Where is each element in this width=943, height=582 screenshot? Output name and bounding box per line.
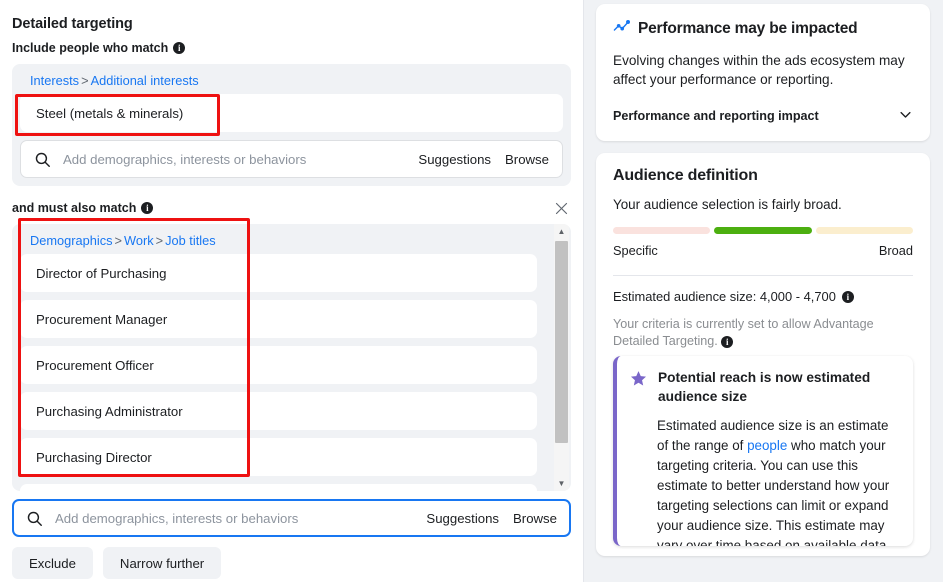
list-item[interactable]: Procurement Manager bbox=[20, 300, 537, 338]
chevron-down-icon[interactable]: ▼ bbox=[554, 476, 569, 491]
tooltip-header: Potential reach is now estimated audienc… bbox=[630, 368, 897, 406]
search-input-top[interactable]: Add demographics, interests or behaviors… bbox=[20, 140, 563, 178]
scrollbar-track[interactable] bbox=[554, 239, 569, 476]
scrollbar-thumb[interactable] bbox=[555, 241, 568, 443]
tooltip-title: Potential reach is now estimated audienc… bbox=[658, 370, 871, 404]
audience-definition-subtitle: Your audience selection is fairly broad. bbox=[613, 197, 842, 212]
job-title-label: Purchasing Administrator bbox=[36, 403, 183, 419]
search-placeholder-top: Add demographics, interests or behaviors bbox=[63, 151, 307, 167]
suggestions-button-top[interactable]: Suggestions bbox=[418, 152, 491, 167]
info-icon[interactable]: i bbox=[173, 42, 186, 54]
breadcrumb-job-titles: Demographics > Work > Job titles bbox=[20, 230, 537, 254]
search-placeholder-bottom: Add demographics, interests or behaviors bbox=[55, 510, 299, 526]
estimated-audience-size-tooltip: Potential reach is now estimated audienc… bbox=[613, 356, 913, 546]
targeting-actions: Exclude Narrow further bbox=[12, 547, 571, 579]
breadcrumb-job-titles-leaf[interactable]: Job titles bbox=[165, 233, 216, 248]
estimated-audience-size-label: Estimated audience size: 4,000 - 4,700 bbox=[613, 289, 836, 304]
list-item[interactable]: Purchasing Administrator bbox=[20, 392, 537, 430]
include-people-text: Include people who match bbox=[12, 41, 169, 55]
info-icon[interactable]: i bbox=[141, 202, 154, 214]
list-item[interactable]: Procurement Officer bbox=[20, 346, 537, 384]
browse-button-bottom[interactable]: Browse bbox=[513, 511, 557, 526]
selected-interest-label: Steel (metals & minerals) bbox=[36, 105, 184, 121]
breadcrumb-interests: Interests > Additional interests bbox=[20, 70, 563, 94]
detailed-targeting-panel: Detailed targeting Include people who ma… bbox=[0, 0, 583, 582]
job-title-label: Director of Purchasing bbox=[36, 265, 167, 281]
include-group: Interests > Additional interests Steel (me… bbox=[12, 64, 571, 186]
meter-segment-specific bbox=[613, 227, 711, 234]
list-item-partial[interactable] bbox=[20, 484, 537, 491]
job-title-label: Purchasing Director bbox=[36, 449, 152, 465]
exclude-button[interactable]: Exclude bbox=[12, 547, 93, 579]
audience-sidebar: Performance may be impacted Evolving cha… bbox=[583, 0, 943, 582]
tooltip-body-part2: who match your targeting criteria. You c… bbox=[657, 438, 890, 546]
breadcrumb-separator: > bbox=[81, 73, 89, 88]
meter-label-specific: Specific bbox=[613, 243, 658, 258]
breadcrumb-work[interactable]: Work bbox=[124, 233, 154, 248]
breadcrumb-demographics[interactable]: Demographics bbox=[30, 233, 113, 248]
chevron-down-icon[interactable] bbox=[898, 107, 913, 125]
meter-segment-broad bbox=[815, 227, 913, 234]
also-match-text: and must also match bbox=[12, 201, 137, 215]
narrow-further-button[interactable]: Narrow further bbox=[102, 547, 222, 579]
star-icon bbox=[630, 370, 647, 392]
audience-definition-card: Audience definition Your audience select… bbox=[596, 153, 930, 556]
job-title-label: Procurement Officer bbox=[36, 357, 154, 373]
breadcrumb-separator: > bbox=[114, 233, 122, 248]
info-icon[interactable]: i bbox=[721, 335, 734, 348]
list-item[interactable]: Purchasing Director bbox=[20, 438, 537, 476]
panel-divider bbox=[583, 0, 584, 582]
performance-reporting-impact-label: Performance and reporting impact bbox=[613, 109, 819, 123]
trend-chart-icon bbox=[613, 18, 631, 40]
include-people-label: Include people who match i bbox=[12, 41, 571, 55]
and-must-also-match-row: and must also match i bbox=[12, 198, 571, 218]
job-titles-scrollbar[interactable]: ▲ ▼ bbox=[554, 224, 569, 491]
people-link[interactable]: people bbox=[747, 438, 787, 453]
page-title: Detailed targeting bbox=[12, 16, 133, 32]
job-titles-list: Demographics > Work > Job titles Director of… bbox=[20, 230, 563, 491]
advantage-detailed-targeting-text: Your criteria is currently set to allow … bbox=[613, 317, 874, 348]
browse-button-top[interactable]: Browse bbox=[505, 152, 549, 167]
performance-card-body: Evolving changes within the ads ecosyste… bbox=[613, 53, 905, 87]
breadcrumb-interests-leaf[interactable]: Additional interests bbox=[91, 73, 199, 88]
audience-breadth-meter bbox=[613, 227, 913, 234]
performance-impact-card: Performance may be impacted Evolving cha… bbox=[596, 4, 930, 141]
divider bbox=[613, 275, 913, 276]
performance-reporting-impact-toggle[interactable]: Performance and reporting impact bbox=[613, 107, 913, 125]
breadcrumb-interests-root[interactable]: Interests bbox=[30, 73, 79, 88]
meter-labels: Specific Broad bbox=[613, 243, 913, 258]
suggestions-button-bottom[interactable]: Suggestions bbox=[426, 511, 499, 526]
also-match-label: and must also match i bbox=[12, 201, 154, 215]
breadcrumb-separator: > bbox=[155, 233, 164, 248]
info-icon[interactable]: i bbox=[841, 290, 854, 303]
estimated-audience-size: Estimated audience size: 4,000 - 4,700 i bbox=[613, 289, 913, 304]
search-input-bottom[interactable]: Add demographics, interests or behaviors… bbox=[12, 499, 571, 537]
selected-interest-row[interactable]: Steel (metals & minerals) bbox=[20, 94, 563, 132]
close-icon[interactable] bbox=[551, 198, 571, 218]
detailed-targeting-screen: Detailed targeting Include people who ma… bbox=[0, 0, 943, 582]
meter-segment-balanced bbox=[714, 227, 812, 234]
search-icon bbox=[26, 510, 43, 527]
performance-card-title: Performance may be impacted bbox=[638, 20, 858, 37]
chevron-up-icon[interactable]: ▲ bbox=[554, 224, 569, 239]
search-icon bbox=[34, 151, 51, 168]
advantage-detailed-targeting-note: Your criteria is currently set to allow … bbox=[613, 316, 913, 350]
audience-definition-title: Audience definition bbox=[613, 167, 758, 184]
meter-label-broad: Broad bbox=[878, 243, 913, 258]
list-item[interactable]: Director of Purchasing bbox=[20, 254, 537, 292]
job-titles-group: Demographics > Work > Job titles Director of… bbox=[12, 224, 571, 491]
tooltip-body: Estimated audience size is an estimate o… bbox=[657, 416, 897, 546]
performance-card-header: Performance may be impacted bbox=[613, 18, 913, 40]
job-title-label: Procurement Manager bbox=[36, 311, 168, 327]
